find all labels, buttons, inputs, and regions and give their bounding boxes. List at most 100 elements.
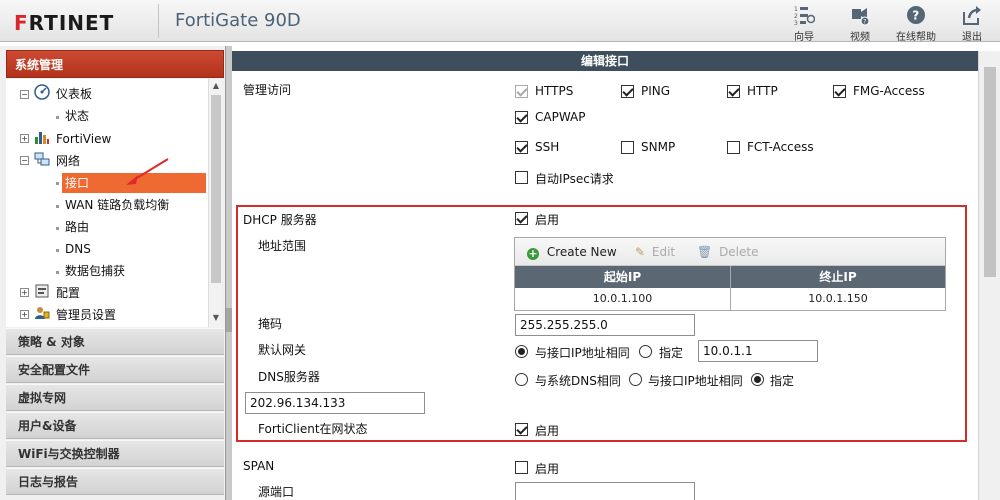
https-checkbox[interactable] (515, 85, 528, 98)
sidebar-item-routing[interactable]: 路由 (65, 217, 89, 237)
sidebar-item-config[interactable]: 配置 (56, 283, 80, 303)
top-bar: FRTINET FortiGate 90D 1 2 3 向导 ? 视频 ? 在线… (0, 0, 1000, 43)
start-ip-cell: 10.0.1.100 (592, 292, 653, 305)
wizard-button[interactable]: 1 2 3 向导 (779, 4, 829, 43)
navigation-tree: − 仪表板 状态 + FortiView − 网络 接口 WAN 链路负载均衡 … (6, 79, 208, 327)
expand-icon[interactable]: + (20, 310, 29, 319)
gateway-input[interactable]: 10.0.1.1 (698, 340, 818, 362)
netmask-input[interactable]: 255.255.255.0 (515, 314, 695, 336)
scrollbar-thumb[interactable] (984, 67, 996, 277)
red-arrow-annotation (126, 158, 169, 185)
dns-same-as-system-label: 与系统DNS相同 (535, 374, 621, 388)
logout-icon (963, 6, 981, 25)
config-icon (35, 284, 49, 298)
source-port-select[interactable] (515, 482, 695, 500)
span-enable-checkbox[interactable] (515, 461, 528, 474)
page-title: 编辑接口 (232, 51, 978, 71)
sidebar-item-fortiview[interactable]: FortiView (56, 129, 111, 149)
delete-button[interactable]: 🗑 Delete (697, 245, 759, 259)
dns-specify-radio[interactable] (751, 373, 764, 386)
sidebar-item-admin[interactable]: 管理员设置 (56, 305, 116, 325)
http-checkbox[interactable] (727, 85, 740, 98)
sidebar-item-wan-lb[interactable]: WAN 链路负载均衡 (65, 195, 169, 215)
sidebar-section-wifi-switch[interactable]: WiFi与交换控制器 (6, 440, 224, 467)
sidebar-item-network[interactable]: 网络 (56, 151, 80, 171)
gateway-specify-radio[interactable] (639, 345, 652, 358)
admin-access-label: 管理访问 (243, 83, 292, 97)
main-panel: 编辑接口 管理访问 HTTPS PING HTTP FMG-Access CAP… (232, 46, 1000, 500)
ping-checkbox[interactable] (621, 85, 634, 98)
forticlient-enable-checkbox[interactable] (515, 423, 528, 436)
collapse-icon[interactable]: − (20, 156, 29, 165)
edit-interface-form: 管理访问 HTTPS PING HTTP FMG-Access CAPWAP S… (232, 71, 978, 500)
fmg-access-checkbox[interactable] (833, 85, 846, 98)
svg-text:1: 1 (794, 6, 798, 13)
expand-icon[interactable]: + (20, 288, 29, 297)
ssh-checkbox[interactable] (515, 141, 528, 154)
trash-icon: 🗑 (697, 245, 713, 259)
pencil-icon: ✎ (635, 245, 646, 259)
default-gateway-label: 默认网关 (258, 343, 307, 357)
logout-button[interactable]: 退出 (947, 4, 997, 43)
sidebar-item-dns[interactable]: DNS (65, 239, 91, 259)
edit-button[interactable]: ✎ Edit (635, 245, 675, 259)
sidebar-section-log-report[interactable]: 日志与报告 (6, 468, 224, 495)
auto-ipsec-checkbox[interactable] (515, 171, 528, 184)
column-start-ip[interactable]: 起始IP (515, 266, 730, 288)
span-enable-label: 启用 (535, 462, 560, 476)
dhcp-server-label: DHCP 服务器 (243, 213, 317, 227)
sidebar-section-vpn[interactable]: 虚拟专网 (6, 384, 224, 411)
network-icon (34, 152, 50, 166)
ping-label: PING (641, 84, 671, 98)
column-end-ip[interactable]: 终止IP (731, 266, 945, 288)
wizard-icon: 1 2 3 (794, 6, 815, 26)
fct-access-checkbox[interactable] (727, 141, 740, 154)
dns-same-as-interface-radio[interactable] (629, 373, 642, 386)
forticlient-status-label: FortiClient在网状态 (258, 422, 368, 436)
sidebar-section-security-profiles[interactable]: 安全配置文件 (6, 356, 224, 383)
capwap-label: CAPWAP (535, 110, 586, 124)
help-icon: ? (907, 6, 925, 24)
sidebar-item-packet-capture[interactable]: 数据包捕获 (65, 261, 125, 281)
dns-same-as-system-radio[interactable] (515, 373, 528, 386)
plus-icon: + (527, 247, 539, 260)
gateway-same-as-interface-label: 与接口IP地址相同 (535, 346, 630, 360)
fct-access-label: FCT-Access (747, 140, 814, 154)
sidebar: 系统管理 − 仪表板 状态 + FortiView − 网络 接口 WAN 链路… (0, 46, 226, 500)
sidebar-scrollbar[interactable]: ▲ ▼ (208, 79, 222, 327)
online-help-button[interactable]: ? 在线帮助 (891, 4, 941, 43)
scroll-up-icon[interactable]: ▲ (211, 81, 221, 93)
http-label: HTTP (747, 84, 778, 98)
dns-same-as-interface-label: 与接口IP地址相同 (648, 374, 743, 388)
sidebar-item-status[interactable]: 状态 (65, 106, 89, 126)
gateway-same-as-interface-radio[interactable] (515, 345, 528, 358)
capwap-checkbox[interactable] (515, 111, 528, 124)
sidebar-section-user-device[interactable]: 用户&设备 (6, 412, 224, 439)
expand-icon[interactable]: + (20, 134, 29, 143)
fortinet-logo: FRTINET (14, 11, 115, 35)
dns-server-label: DNS服务器 (258, 370, 320, 384)
collapse-icon[interactable]: − (20, 90, 29, 99)
admin-icon (35, 307, 50, 319)
main-scrollbar[interactable] (978, 51, 1000, 500)
sidebar-section-policy[interactable]: 策略 & 对象 (6, 328, 224, 355)
dns-specify-label: 指定 (770, 374, 795, 388)
scroll-down-icon[interactable]: ▼ (211, 313, 221, 325)
source-port-label: 源端口 (258, 485, 295, 499)
sidebar-section-system[interactable]: 系统管理 (6, 50, 224, 78)
scrollbar-thumb[interactable] (211, 95, 221, 283)
create-new-button[interactable]: + Create New (527, 245, 617, 260)
snmp-checkbox[interactable] (621, 141, 634, 154)
snmp-label: SNMP (641, 140, 676, 154)
video-icon: ? (852, 8, 870, 26)
address-range-label: 地址范围 (258, 239, 307, 253)
video-button[interactable]: ? 视频 (835, 4, 885, 43)
sidebar-item-dashboard[interactable]: 仪表板 (56, 84, 92, 104)
svg-text:3: 3 (794, 20, 798, 26)
https-label: HTTPS (535, 84, 574, 98)
svg-text:2: 2 (794, 13, 798, 20)
gateway-specify-label: 指定 (659, 346, 684, 360)
dns-server-input[interactable]: 202.96.134.133 (245, 392, 425, 414)
dhcp-enable-checkbox[interactable] (515, 212, 528, 225)
dashboard-icon (34, 84, 50, 100)
